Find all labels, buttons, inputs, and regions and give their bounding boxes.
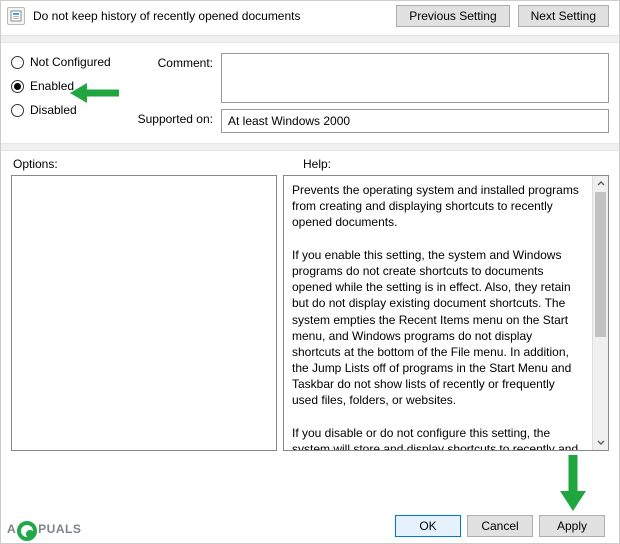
annotation-arrow-apply [556,453,590,513]
help-text: Prevents the operating system and instal… [284,176,592,450]
dialog-buttons: OK Cancel Apply [395,515,605,537]
ok-button[interactable]: OK [395,515,461,537]
divider [1,143,619,151]
previous-setting-button[interactable]: Previous Setting [396,5,509,27]
mid-labels: Options: Help: [1,153,619,173]
comment-input[interactable] [221,53,609,103]
watermark-logo: A PUALS [7,519,81,539]
divider [1,35,619,43]
page-title: Do not keep history of recently opened d… [33,9,301,23]
policy-state-section: Not Configured Enabled Disabled Comment:… [1,45,619,141]
help-panel: Prevents the operating system and instal… [283,175,609,451]
fields: Comment: Supported on: At least Windows … [133,53,609,133]
panels: Prevents the operating system and instal… [1,173,619,455]
radio-icon [11,56,24,69]
supported-row: Supported on: At least Windows 2000 [133,109,609,133]
watermark-pre: A [7,522,16,536]
scroll-up-button[interactable] [593,176,608,192]
radio-label: Disabled [30,103,77,117]
comment-row: Comment: [133,53,609,103]
help-label: Help: [303,157,609,171]
radio-enabled[interactable]: Enabled [11,79,121,93]
policy-icon [7,7,25,25]
comment-label: Comment: [133,53,213,70]
scroll-thumb[interactable] [595,192,606,337]
radio-label: Enabled [30,79,74,93]
radio-icon [11,80,24,93]
radio-not-configured[interactable]: Not Configured [11,55,121,69]
apply-button[interactable]: Apply [539,515,605,537]
radio-disabled[interactable]: Disabled [11,103,121,117]
options-label: Options: [13,157,283,171]
scrollbar[interactable] [592,176,608,450]
chevron-up-icon [597,180,605,188]
next-setting-button[interactable]: Next Setting [518,5,609,27]
scroll-track[interactable] [593,192,608,434]
radio-icon [11,104,24,117]
chevron-down-icon [597,438,605,446]
supported-on-value: At least Windows 2000 [221,109,609,133]
radio-label: Not Configured [30,55,111,69]
cancel-button[interactable]: Cancel [467,515,533,537]
scroll-down-button[interactable] [593,434,608,450]
options-panel [11,175,277,451]
watermark-post: PUALS [38,522,81,536]
header-row: Do not keep history of recently opened d… [1,1,619,33]
supported-on-label: Supported on: [133,109,213,126]
radio-group: Not Configured Enabled Disabled [11,53,121,133]
watermark-o-icon [17,521,37,541]
